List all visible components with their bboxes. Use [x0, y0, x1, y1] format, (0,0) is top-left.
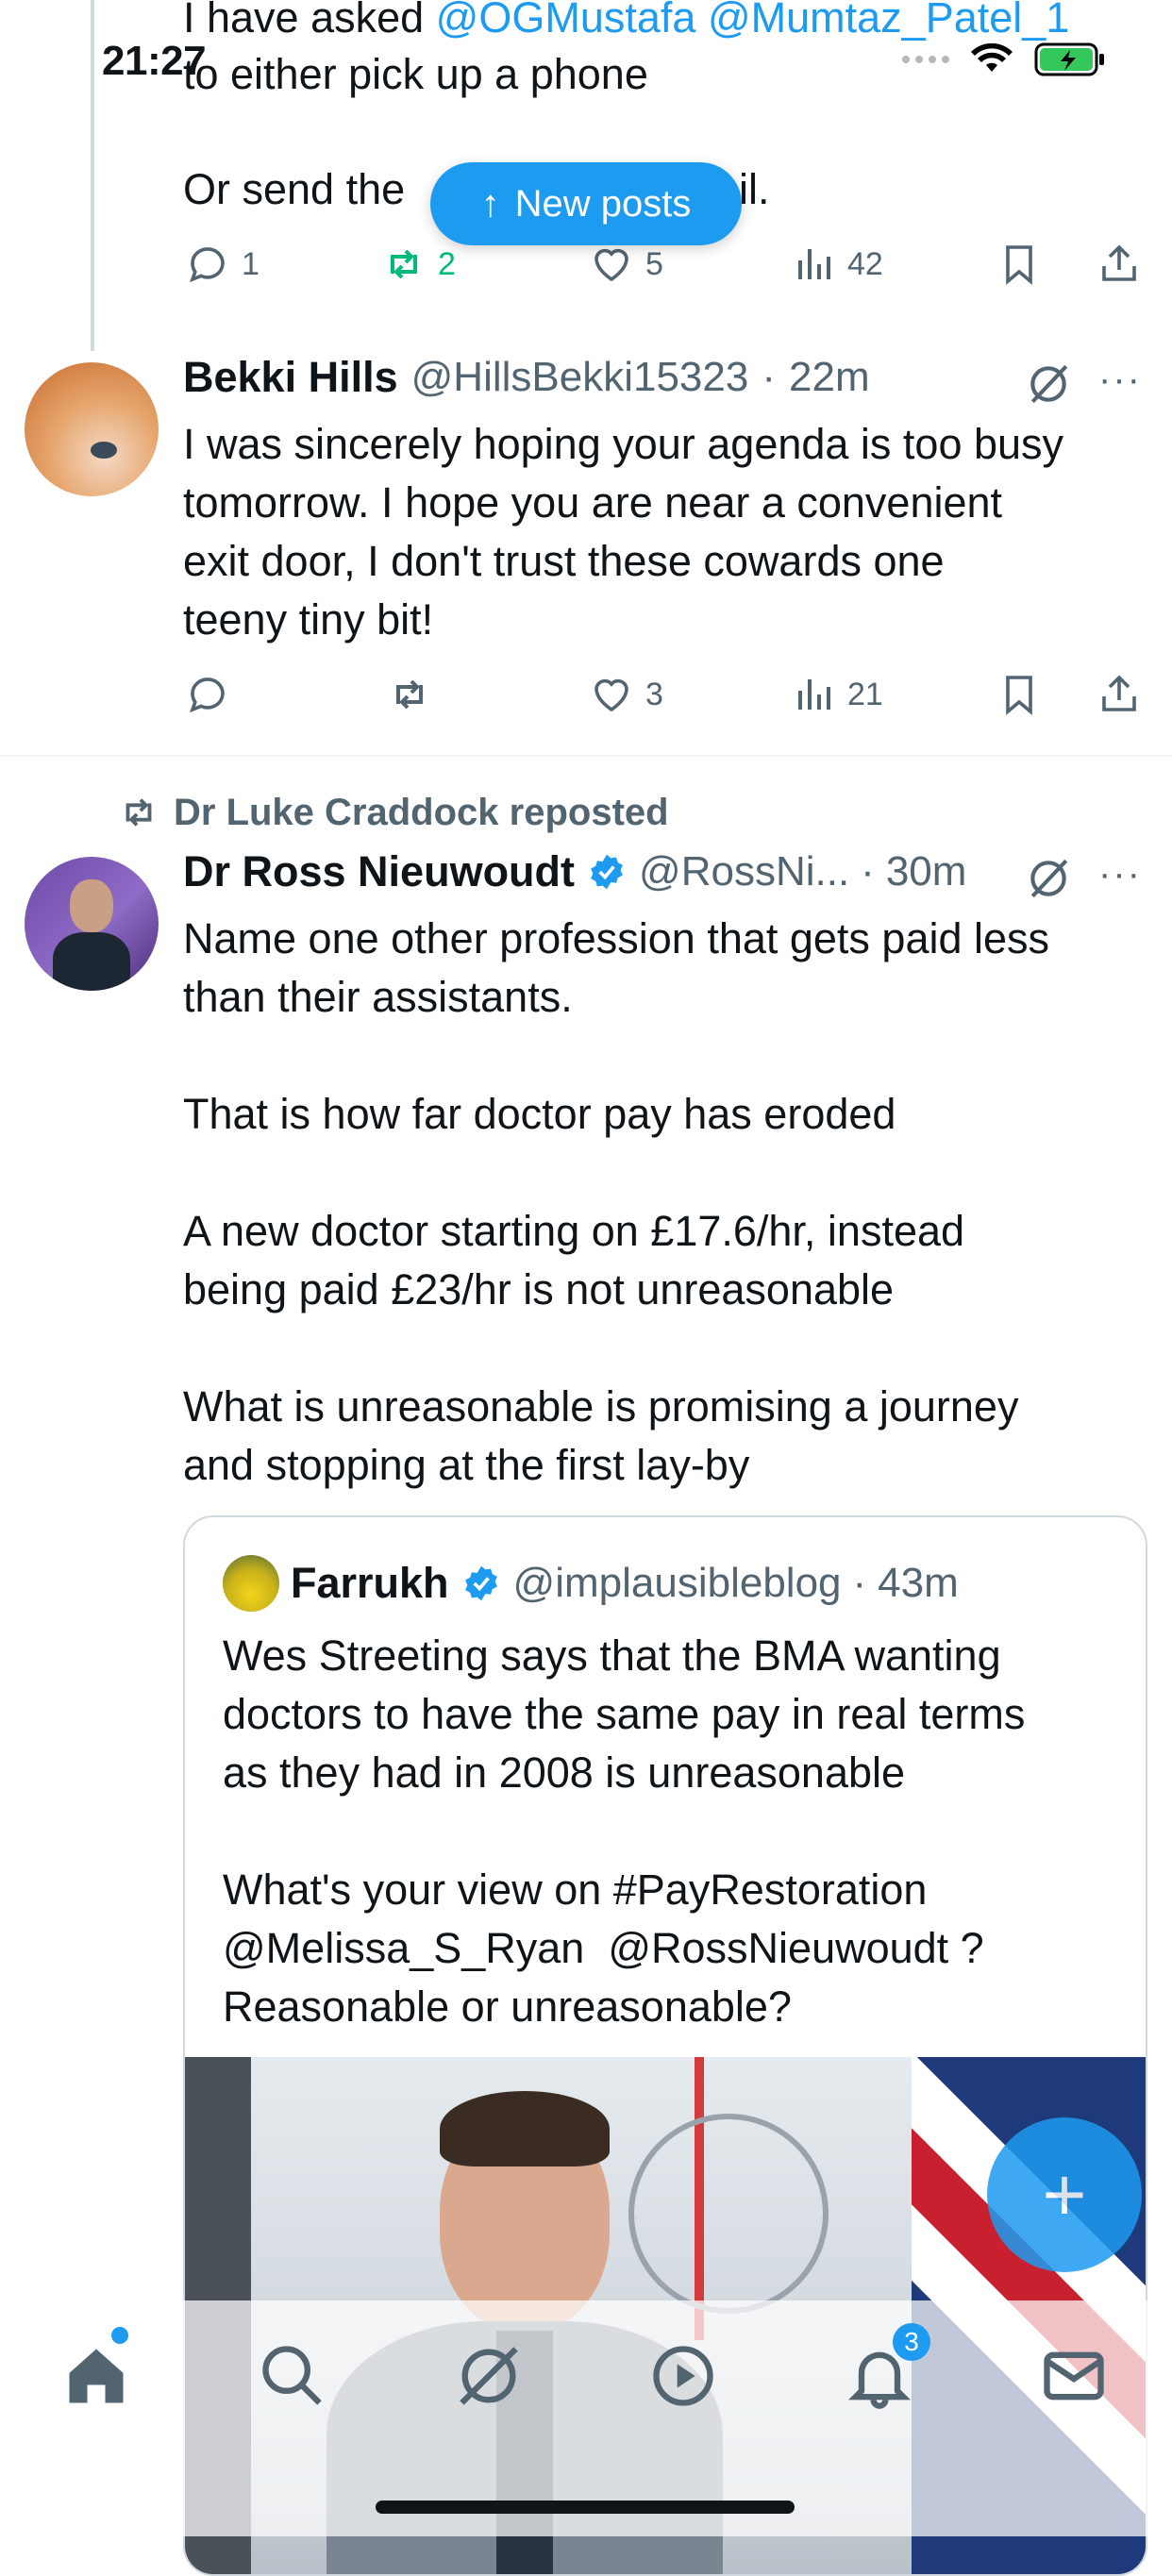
bookmark-icon — [1006, 245, 1032, 285]
wifi-icon — [971, 43, 1013, 72]
repost-icon — [126, 798, 152, 827]
tweet2-text: I was sincerely hoping your agenda is to… — [183, 420, 1064, 644]
bookmark-button[interactable] — [996, 672, 1042, 717]
thread-line — [91, 0, 94, 351]
avatar-face — [70, 879, 113, 932]
like-count: 3 — [645, 676, 663, 712]
author-handle[interactable]: @HillsBekki15323 — [411, 354, 749, 401]
repost-icon — [396, 679, 423, 710]
reply-count: 1 — [242, 245, 260, 282]
share-icon — [1102, 244, 1136, 281]
home-icon[interactable] — [60, 2340, 132, 2412]
avatar[interactable] — [25, 362, 159, 496]
share-button[interactable] — [1097, 672, 1142, 717]
tweet1-line3a: Or send the — [183, 165, 406, 213]
quote-author-name[interactable]: Farrukh — [291, 1559, 449, 1608]
separator-dot: · — [861, 848, 875, 895]
post-time[interactable]: 30m — [886, 848, 967, 895]
author-name[interactable]: Dr Ross Nieuwoudt — [183, 847, 575, 896]
home-indicator — [376, 2501, 795, 2514]
mention-link[interactable]: @OGMustafa — [436, 0, 696, 42]
home-unread-dot — [111, 2327, 128, 2344]
london-eye — [628, 2114, 829, 2314]
tweet1-line2: to either pick up a phone — [183, 50, 648, 98]
repost-label[interactable]: Dr Luke Craddock reposted — [117, 791, 669, 834]
heart-icon — [594, 678, 628, 712]
views-count: 42 — [847, 245, 883, 282]
tweet3-header: Dr Ross Nieuwoudt @RossNi... · 30m — [183, 847, 966, 896]
post-time[interactable]: 22m — [789, 354, 870, 401]
person-hair — [440, 2091, 610, 2166]
repost-button[interactable]: 2 — [381, 242, 456, 287]
reply-button[interactable] — [185, 672, 230, 717]
views-button[interactable]: 42 — [791, 242, 883, 287]
like-button[interactable]: 3 — [589, 672, 663, 717]
author-handle[interactable]: @RossNi... — [639, 848, 849, 895]
play-icon[interactable] — [647, 2340, 719, 2412]
verified-badge-icon — [464, 1565, 497, 1601]
verified-badge-icon — [591, 854, 623, 890]
more-icon[interactable]: ··· — [1098, 359, 1142, 401]
heart-icon — [594, 248, 628, 282]
views-button[interactable]: 21 — [791, 672, 883, 717]
more-icon[interactable]: ··· — [1098, 853, 1142, 895]
like-count: 5 — [645, 245, 663, 282]
compose-button[interactable]: + — [987, 2117, 1142, 2272]
grok-icon[interactable] — [1025, 855, 1072, 902]
repost-label-text: Dr Luke Craddock reposted — [174, 791, 669, 833]
share-icon — [1102, 675, 1136, 711]
notifications-badge: 3 — [893, 2323, 930, 2361]
search-icon[interactable] — [257, 2340, 328, 2412]
repost-count: 2 — [438, 245, 456, 282]
tweet1-line1: I have asked @OGMustafa @Mumtaz_Patel_1 — [183, 0, 1069, 47]
mail-icon[interactable] — [1038, 2340, 1110, 2412]
repost-button[interactable] — [387, 672, 432, 717]
reply-icon — [189, 677, 225, 713]
arrow-up-icon: ↑ — [480, 182, 500, 225]
quote-text: Wes Streeting says that the BMA wanting … — [223, 1631, 1026, 2031]
views-icon — [798, 249, 830, 279]
reply-icon — [189, 247, 225, 283]
new-posts-button[interactable]: ↑ New posts — [430, 162, 742, 245]
share-button[interactable] — [1097, 242, 1142, 287]
signal-icon — [902, 56, 949, 63]
bookmark-icon — [1006, 676, 1032, 715]
grok-icon[interactable] — [453, 2340, 525, 2412]
like-button[interactable]: 5 — [589, 242, 663, 287]
bookmark-button[interactable] — [996, 242, 1042, 287]
reply-button[interactable]: 1 — [185, 242, 260, 287]
quote-header: Farrukh @implausibleblog · 43m — [223, 1555, 959, 1612]
tweet2-header: Bekki Hills @HillsBekki15323 · 22m — [183, 353, 870, 402]
avatar[interactable] — [25, 857, 159, 991]
separator-dot: · — [852, 1560, 867, 1606]
grok-icon[interactable] — [1025, 360, 1072, 408]
views-count: 21 — [847, 676, 883, 712]
tweet3-text: Name one other profession that gets paid… — [183, 914, 1050, 1489]
quote-avatar[interactable] — [223, 1555, 279, 1612]
quote-time: 43m — [878, 1560, 959, 1606]
separator-dot: · — [762, 354, 776, 400]
avatar-eye — [91, 442, 117, 459]
new-posts-label: New posts — [514, 182, 692, 225]
mention-link[interactable]: @Mumtaz_Patel_1 — [708, 0, 1069, 42]
author-name[interactable]: Bekki Hills — [183, 353, 398, 402]
plus-icon: + — [1042, 2152, 1087, 2236]
avatar-suit — [53, 932, 130, 991]
repost-icon — [391, 249, 417, 279]
views-icon — [798, 679, 830, 710]
quote-author-handle[interactable]: @implausibleblog — [513, 1560, 842, 1607]
divider — [0, 755, 1172, 757]
